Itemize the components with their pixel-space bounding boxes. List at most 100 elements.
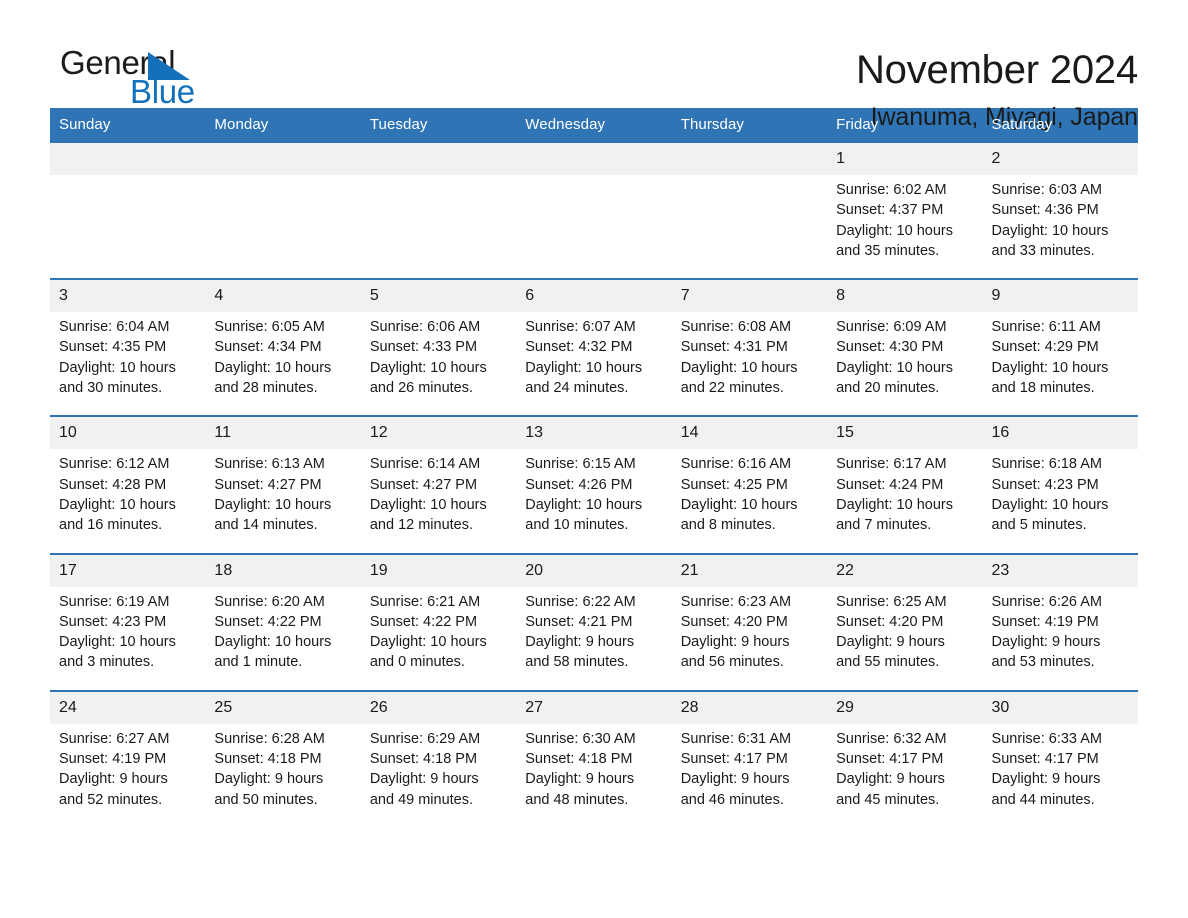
weekday-header-sunday: Sunday: [50, 108, 206, 142]
day-sun-details: Sunrise: 6:11 AM Sunset: 4:29 PM Daylight:…: [983, 312, 1138, 398]
calendar-day-cell[interactable]: 2 Sunrise: 6:03 AM Sunset: 4:36 PM Daylight…: [982, 140, 1138, 262]
day-cell-content: 2 Sunrise: 6:03 AM Sunset: 4:36 PM Daylight…: [982, 143, 1138, 261]
sunset-text: Sunset: 4:33 PM: [369, 339, 478, 356]
calendar-day-cell[interactable]: 3 Sunrise: 6:04 AM Sunset: 4:35 PM Daylight…: [50, 278, 206, 399]
calendar-day-cell[interactable]: 22 Sunrise: 6:25 AM Sunset: 4:20 PM Dayligh…: [827, 552, 983, 673]
day-number: 4: [205, 280, 361, 313]
day-number: 1: [827, 143, 983, 175]
day-number: 28: [671, 691, 828, 724]
calendar-day-cell[interactable]: 6 Sunrise: 6:07 AM Sunset: 4:32 PM Daylight…: [516, 278, 672, 399]
day-sun-details: Sunrise: 6:05 AM Sunset: 4:34 PM Daylight:…: [205, 312, 360, 398]
calendar-day-cell[interactable]: [516, 140, 672, 262]
daylight-text-line1: Daylight: 9 hours: [680, 634, 790, 651]
sunrise-text: Sunrise: 6:04 AM: [59, 319, 170, 336]
daylight-text-line1: Daylight: 9 hours: [59, 771, 168, 788]
calendar-week-row: 17 Sunrise: 6:19 AM Sunset: 4:23 PM Dayligh…: [50, 552, 1138, 673]
calendar-day-cell[interactable]: [360, 140, 517, 262]
week-gap-cell: [50, 672, 1138, 691]
calendar-day-cell[interactable]: [205, 140, 361, 262]
sunrise-text: Sunrise: 6:05 AM: [214, 319, 325, 336]
daylight-text-line2: and 18 minutes.: [991, 380, 1095, 397]
calendar-day-cell[interactable]: 9 Sunrise: 6:11 AM Sunset: 4:29 PM Daylight…: [982, 278, 1138, 399]
sunrise-text: Sunrise: 6:13 AM: [214, 456, 325, 473]
day-number: 27: [516, 691, 672, 724]
calendar-day-cell[interactable]: 4 Sunrise: 6:05 AM Sunset: 4:34 PM Daylight…: [205, 278, 361, 399]
calendar-day-cell[interactable]: 30 Sunrise: 6:33 AM Sunset: 4:17 PM Dayligh…: [982, 689, 1138, 810]
calendar-day-cell[interactable]: 16 Sunrise: 6:18 AM Sunset: 4:23 PM Dayligh…: [982, 415, 1138, 536]
calendar-day-cell[interactable]: 10 Sunrise: 6:12 AM Sunset: 4:28 PM Dayligh…: [50, 415, 206, 536]
day-cell-content: 7 Sunrise: 6:08 AM Sunset: 4:31 PM Daylight…: [671, 280, 828, 398]
daylight-text-line1: Daylight: 10 hours: [525, 496, 643, 513]
calendar-day-cell[interactable]: 14 Sunrise: 6:16 AM Sunset: 4:25 PM Dayligh…: [671, 415, 828, 536]
day-number: [205, 143, 361, 175]
calendar-day-cell[interactable]: 18 Sunrise: 6:20 AM Sunset: 4:22 PM Dayligh…: [205, 552, 361, 673]
daylight-text-line1: Daylight: 9 hours: [369, 771, 479, 788]
day-cell-content: 27 Sunrise: 6:30 AM Sunset: 4:18 PM Dayligh…: [516, 691, 672, 810]
calendar-day-cell[interactable]: 27 Sunrise: 6:30 AM Sunset: 4:18 PM Dayligh…: [516, 689, 672, 810]
calendar-day-cell[interactable]: 21 Sunrise: 6:23 AM Sunset: 4:20 PM Dayligh…: [671, 552, 828, 673]
daylight-text-line1: Daylight: 10 hours: [59, 634, 176, 651]
calendar-day-cell[interactable]: 1 Sunrise: 6:02 AM Sunset: 4:37 PM Daylight…: [827, 140, 983, 262]
daylight-text-line2: and 10 minutes.: [525, 517, 629, 534]
calendar-day-cell[interactable]: 15 Sunrise: 6:17 AM Sunset: 4:24 PM Dayligh…: [827, 415, 983, 536]
sunset-text: Sunset: 4:18 PM: [214, 751, 322, 768]
day-cell-content: [360, 143, 517, 261]
week-gap: [50, 672, 1138, 691]
day-number: 25: [205, 691, 361, 724]
calendar-day-cell[interactable]: 8 Sunrise: 6:09 AM Sunset: 4:30 PM Daylight…: [827, 278, 983, 399]
day-sun-details: Sunrise: 6:18 AM Sunset: 4:23 PM Daylight:…: [983, 449, 1138, 535]
week-gap: [50, 261, 1138, 280]
calendar-day-cell[interactable]: 26 Sunrise: 6:29 AM Sunset: 4:18 PM Dayligh…: [360, 689, 517, 810]
daylight-text-line2: and 58 minutes.: [525, 654, 629, 671]
calendar-day-cell[interactable]: 19 Sunrise: 6:21 AM Sunset: 4:22 PM Dayligh…: [360, 552, 517, 673]
daylight-text-line2: and 56 minutes.: [680, 654, 784, 671]
day-cell-content: 25 Sunrise: 6:28 AM Sunset: 4:18 PM Dayligh…: [205, 691, 361, 810]
calendar-day-cell[interactable]: 17 Sunrise: 6:19 AM Sunset: 4:23 PM Dayligh…: [50, 552, 206, 673]
sunrise-text: Sunrise: 6:31 AM: [680, 730, 792, 747]
daylight-text-line1: Daylight: 10 hours: [680, 496, 798, 513]
calendar-day-cell[interactable]: 25 Sunrise: 6:28 AM Sunset: 4:18 PM Dayligh…: [205, 689, 361, 810]
calendar-day-cell[interactable]: [671, 140, 828, 262]
sunrise-text: Sunrise: 6:20 AM: [214, 593, 325, 610]
day-sun-details: Sunrise: 6:09 AM Sunset: 4:30 PM Daylight:…: [827, 312, 982, 398]
day-cell-content: 8 Sunrise: 6:09 AM Sunset: 4:30 PM Daylight…: [827, 280, 983, 398]
week-gap-cell: [50, 398, 1138, 417]
calendar-day-cell[interactable]: 11 Sunrise: 6:13 AM Sunset: 4:27 PM Dayligh…: [205, 415, 361, 536]
daylight-text-line1: Daylight: 9 hours: [680, 771, 790, 788]
calendar-page: General Blue November 2024 Iwanuma, Miya…: [0, 0, 1188, 918]
day-number: 23: [982, 554, 1138, 587]
calendar-day-cell[interactable]: 5 Sunrise: 6:06 AM Sunset: 4:33 PM Daylight…: [360, 278, 517, 399]
daylight-text-line1: Daylight: 9 hours: [991, 634, 1101, 651]
generalblue-logo[interactable]: General Blue: [50, 44, 250, 110]
sunset-text: Sunset: 4:34 PM: [214, 339, 322, 356]
calendar-day-cell[interactable]: 13 Sunrise: 6:15 AM Sunset: 4:26 PM Dayligh…: [516, 415, 672, 536]
calendar-day-cell[interactable]: 23 Sunrise: 6:26 AM Sunset: 4:19 PM Dayligh…: [982, 552, 1138, 673]
calendar-day-cell[interactable]: [50, 140, 206, 262]
calendar-day-cell[interactable]: 29 Sunrise: 6:32 AM Sunset: 4:17 PM Dayligh…: [827, 689, 983, 810]
calendar-week-row: 24 Sunrise: 6:27 AM Sunset: 4:19 PM Dayligh…: [50, 689, 1138, 810]
calendar-day-cell[interactable]: 20 Sunrise: 6:22 AM Sunset: 4:21 PM Dayligh…: [516, 552, 672, 673]
sunset-text: Sunset: 4:18 PM: [525, 751, 633, 768]
daylight-text-line1: Daylight: 9 hours: [836, 771, 945, 788]
calendar-day-cell[interactable]: 24 Sunrise: 6:27 AM Sunset: 4:19 PM Dayligh…: [50, 689, 206, 810]
day-sun-details: Sunrise: 6:14 AM Sunset: 4:27 PM Daylight:…: [361, 449, 516, 535]
daylight-text-line1: Daylight: 9 hours: [836, 634, 945, 651]
day-cell-content: 15 Sunrise: 6:17 AM Sunset: 4:24 PM Dayligh…: [827, 417, 983, 535]
day-sun-details: Sunrise: 6:30 AM Sunset: 4:18 PM Daylight:…: [516, 724, 671, 810]
weekday-header-monday: Monday: [205, 108, 361, 142]
day-sun-details: Sunrise: 6:15 AM Sunset: 4:26 PM Daylight:…: [516, 449, 671, 535]
sunrise-text: Sunrise: 6:03 AM: [991, 182, 1102, 198]
day-number: 3: [50, 280, 206, 313]
calendar-day-cell[interactable]: 7 Sunrise: 6:08 AM Sunset: 4:31 PM Daylight…: [671, 278, 828, 399]
calendar-week-row: 10 Sunrise: 6:12 AM Sunset: 4:28 PM Dayligh…: [50, 415, 1138, 536]
sunset-text: Sunset: 4:29 PM: [991, 339, 1099, 356]
calendar-day-cell[interactable]: 28 Sunrise: 6:31 AM Sunset: 4:17 PM Dayligh…: [671, 689, 828, 810]
sunrise-text: Sunrise: 6:17 AM: [836, 456, 947, 473]
day-number: 15: [827, 417, 983, 450]
calendar-day-cell[interactable]: 12 Sunrise: 6:14 AM Sunset: 4:27 PM Dayligh…: [360, 415, 517, 536]
page-header: General Blue November 2024 Iwanuma, Miya…: [50, 0, 1138, 131]
day-cell-content: [516, 143, 672, 261]
daylight-text-line1: Daylight: 10 hours: [991, 359, 1109, 376]
sunrise-text: Sunrise: 6:19 AM: [59, 593, 170, 610]
day-sun-details: Sunrise: 6:25 AM Sunset: 4:20 PM Daylight:…: [827, 587, 982, 673]
